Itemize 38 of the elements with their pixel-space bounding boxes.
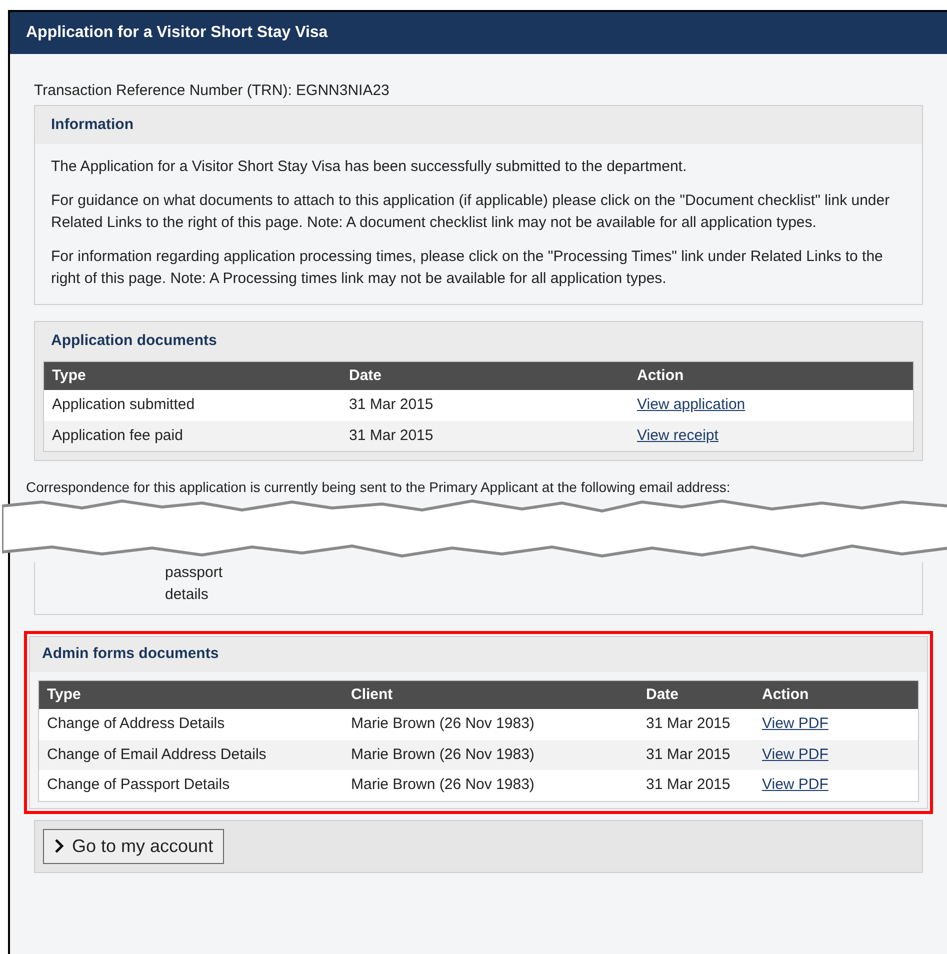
table-cell: 31 Mar 2015 <box>646 715 730 732</box>
trn-text: Transaction Reference Number (TRN): EGNN3NIA23 <box>34 81 390 101</box>
panel-title: Admin forms documents <box>41 644 220 664</box>
window-title: Application for a Visitor Short Stay Visa <box>10 12 947 54</box>
column-header: Date <box>646 686 679 702</box>
correspondence-text: Correspondence for this application is currently being sent to the Primary Applicant at the following email address: <box>26 478 732 497</box>
account-button[interactable]: Go to my account <box>43 828 224 864</box>
table-cell: Change of Address Details <box>47 715 225 732</box>
table-cell: Application submitted <box>52 396 195 413</box>
table-cell: Change of Passport Details <box>47 776 230 793</box>
chevron-right-icon <box>54 839 64 853</box>
panel-title: Application documents <box>35 322 922 360</box>
column-header: Client <box>351 686 393 702</box>
view-link[interactable]: View PDF <box>762 715 828 732</box>
info-paragraph: For guidance on what documents to attach to this application (if applicable) please click on the "Document checklist" link under Related Links to the right of this page. Note: A document checklist link may not be available for all application types. <box>51 191 891 233</box>
view-link[interactable]: View receipt <box>637 426 718 444</box>
column-header: Action <box>762 686 809 702</box>
column-header: Type <box>47 686 81 702</box>
view-link[interactable]: View PDF <box>762 776 828 793</box>
table-cell: Marie Brown (26 Nov 1983) <box>351 776 534 793</box>
view-link[interactable]: View application <box>637 396 746 413</box>
column-header: Action <box>637 366 684 384</box>
table-cell: 31 Mar 2015 <box>349 426 434 444</box>
table-cell: Change of Email Address Details <box>47 746 266 762</box>
table-cell: 31 Mar 2015 <box>349 396 434 413</box>
fragment-text: passport <box>165 563 224 583</box>
view-link[interactable]: View PDF <box>762 746 828 762</box>
fragment-text: details <box>165 585 210 605</box>
table-cell: 31 Mar 2015 <box>646 746 730 762</box>
table-cell: Marie Brown (26 Nov 1983) <box>351 715 534 732</box>
table-cell: Marie Brown (26 Nov 1983) <box>351 746 534 762</box>
info-paragraph: The Application for a Visitor Short Stay Visa has been successfully submitted to the department. <box>51 157 688 177</box>
info-paragraph: For information regarding application processing times, please click on the "Processing Times" link under Related Links to the right of this page. Note: A Processing times link may not be available for all application types. <box>51 247 884 289</box>
column-header: Date <box>349 366 382 384</box>
table-cell: 31 Mar 2015 <box>646 776 730 793</box>
column-header: Type <box>52 366 86 384</box>
table-cell: Application fee paid <box>52 426 183 444</box>
panel-title: Information <box>35 106 922 144</box>
